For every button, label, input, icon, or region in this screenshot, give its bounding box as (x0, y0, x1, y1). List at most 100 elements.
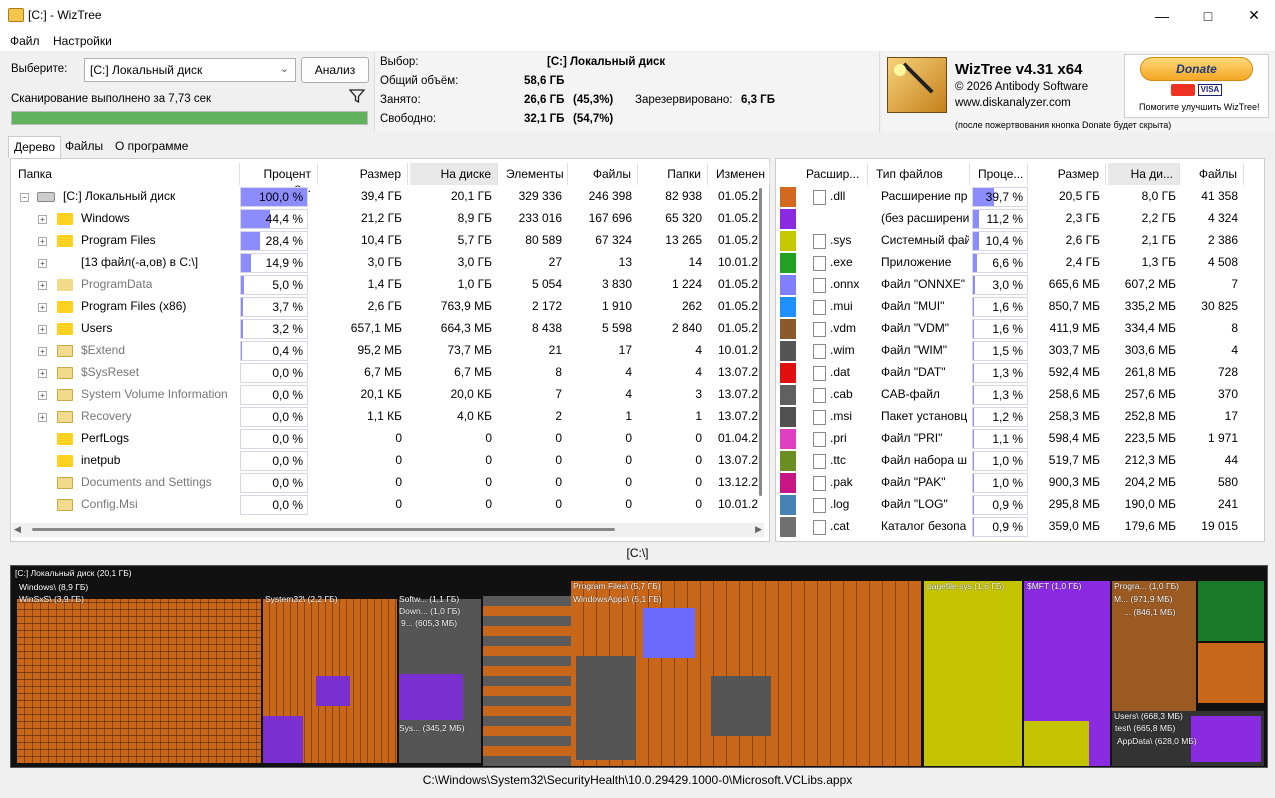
filter-icon[interactable] (349, 88, 365, 104)
expand-icon[interactable]: + (38, 325, 47, 334)
tab-files[interactable]: Файлы (60, 136, 108, 158)
expand-icon[interactable]: + (38, 215, 47, 224)
ext-row[interactable]: .dll Расширение пр 39,7 % 20,5 ГБ 8,0 ГБ 41 3… (778, 186, 1248, 208)
ext-disk: 335,2 МБ (1124, 299, 1176, 313)
tree-row[interactable]: Config.Msi 0,0 % 0 0 0 0 0 10.01.2 (12, 494, 758, 516)
ext-percent-text: 1,0 % (992, 454, 1023, 468)
ext-type: Файл "LOG" (881, 497, 948, 511)
tree-row[interactable]: + Program Files (x86) 3,7 % 2,6 ГБ 763,9 МБ 2… (12, 296, 758, 318)
ext-files: 580 (1217, 475, 1238, 489)
menu-file[interactable]: Файл (10, 34, 40, 48)
tree-row[interactable]: inetpub 0,0 % 0 0 0 0 0 13.07.2 (12, 450, 758, 472)
expand-icon[interactable]: + (38, 237, 47, 246)
tree-row[interactable]: + Program Files 28,4 % 10,4 ГБ 5,7 ГБ 80 589 6… (12, 230, 758, 252)
collapse-icon[interactable]: − (20, 193, 29, 202)
percent-text: 44,4 % (265, 212, 303, 226)
tree-vertical-scrollbar[interactable] (757, 186, 763, 506)
ext-row[interactable]: .dat Файл "DAT" 1,3 % 592,4 МБ 261,8 МБ 728 (778, 362, 1248, 384)
analyze-button[interactable]: Анализ (301, 57, 369, 83)
tree-header-2[interactable]: Размер (320, 163, 408, 185)
percent-text: 0,4 % (272, 344, 303, 358)
cell-items: 0 (555, 497, 562, 511)
tree-row[interactable]: − [C:] Локальный диск 100,0 % 39,4 ГБ 20,1 Г… (12, 186, 758, 208)
expand-icon[interactable]: + (38, 391, 47, 400)
folder-name: [13 файл(-а,ов) в C:\] (81, 255, 199, 269)
close-button[interactable]: ✕ (1231, 0, 1275, 31)
ext-header-3[interactable]: Размер (1030, 163, 1106, 185)
color-swatch (780, 187, 796, 207)
ext-row[interactable]: .msi Пакет установц 1,2 % 258,3 МБ 252,8 МБ 1… (778, 406, 1248, 428)
tree-row[interactable]: Documents and Settings 0,0 % 0 0 0 0 0 13.12.2 (12, 472, 758, 494)
tree-line[interactable] (38, 435, 47, 444)
ext-row[interactable]: .onnx Файл "ONNXE" 3,0 % 665,6 МБ 607,2 МБ 7 (778, 274, 1248, 296)
ext-row[interactable]: .cab CAB-файл 1,3 % 258,6 МБ 257,6 МБ 370 (778, 384, 1248, 406)
ext-size: 359,0 МБ (1048, 519, 1100, 533)
tree-header-0[interactable]: Папка (12, 163, 240, 185)
tree-row[interactable]: + Windows 44,4 % 21,2 ГБ 8,9 ГБ 233 016 167 69… (12, 208, 758, 230)
tree-header-3[interactable]: На диске (410, 163, 498, 185)
tree-line[interactable] (38, 457, 47, 466)
expand-icon[interactable]: + (38, 413, 47, 422)
scroll-right-icon[interactable]: ▶ (755, 524, 762, 535)
percent-bar (241, 320, 244, 338)
tree-row[interactable]: + $SysReset 0,0 % 6,7 МБ 6,7 МБ 8 4 4 13.07.2 (12, 362, 758, 384)
ext-row[interactable]: .sys Системный фай 10,4 % 2,6 ГБ 2,1 ГБ 2 386 (778, 230, 1248, 252)
ext-row[interactable]: .wim Файл "WIM" 1,5 % 303,7 МБ 303,6 МБ 4 (778, 340, 1248, 362)
ext-row[interactable]: .ttc Файл набора ш 1,0 % 519,7 МБ 212,3 МБ 44 (778, 450, 1248, 472)
ext-row[interactable]: .log Файл "LOG" 0,9 % 295,8 МБ 190,0 МБ 241 (778, 494, 1248, 516)
tree-row[interactable]: + System Volume Information 0,0 % 20,1 КБ 20… (12, 384, 758, 406)
brand-website[interactable]: www.diskanalyzer.com (955, 97, 1071, 109)
ext-percent-cell: 1,3 % (972, 363, 1028, 383)
treemap-block-pagefile[interactable] (924, 581, 1022, 766)
ext-row[interactable]: .cat Каталог безопа 0,9 % 359,0 МБ 179,6 МБ 1… (778, 516, 1248, 538)
tree-v-thumb[interactable] (759, 188, 762, 496)
folder-icon (57, 323, 73, 335)
minimize-button[interactable]: — (1139, 0, 1185, 31)
expand-icon[interactable]: + (38, 303, 47, 312)
tree-header-6[interactable]: Папки (640, 163, 708, 185)
menu-settings[interactable]: Настройки (53, 34, 112, 48)
expand-icon[interactable]: + (38, 259, 47, 268)
ext-row[interactable]: .pri Файл "PRI" 1,1 % 598,4 МБ 223,5 МБ 1 971 (778, 428, 1248, 450)
ext-header-0[interactable]: Расшир... (800, 163, 868, 185)
donate-button[interactable]: Donate (1140, 57, 1253, 81)
ext-header-1[interactable]: Тип файлов (870, 163, 970, 185)
ext-header-5[interactable]: Файлы (1182, 163, 1244, 185)
tab-tree[interactable]: Дерево (8, 136, 62, 158)
expand-icon[interactable] (38, 501, 47, 510)
tree-row[interactable]: + $Extend 0,4 % 95,2 МБ 73,7 МБ 21 17 4 10.01.2 (12, 340, 758, 362)
ext-header-2[interactable]: Проце... (972, 163, 1028, 185)
mastercard-icon (1171, 84, 1195, 96)
expand-icon[interactable]: + (38, 281, 47, 290)
tree-header-5[interactable]: Файлы (570, 163, 638, 185)
ext-percent-text: 1,3 % (992, 388, 1023, 402)
ext-row[interactable]: .pak Файл "PAK" 1,0 % 900,3 МБ 204,2 МБ 580 (778, 472, 1248, 494)
tree-header-1[interactable]: Процент о... (240, 163, 318, 195)
tree-row[interactable]: + ProgramData 5,0 % 1,4 ГБ 1,0 ГБ 5 054 3 830 1… (12, 274, 758, 296)
ext-header-4[interactable]: На ди... (1108, 163, 1180, 185)
tree-row[interactable]: + Recovery 0,0 % 1,1 КБ 4,0 КБ 2 1 1 13.07.2 (12, 406, 758, 428)
tree-row[interactable]: PerfLogs 0,0 % 0 0 0 0 0 01.04.2 (12, 428, 758, 450)
drive-combobox[interactable]: [C:] Локальный диск ⌄ (84, 58, 296, 82)
tree-row[interactable]: + [13 файл(-а,ов) в C:\] 14,9 % 3,0 ГБ 3,0 Г… (12, 252, 758, 274)
scroll-thumb[interactable] (32, 528, 615, 531)
ext-row[interactable]: .vdm Файл "VDM" 1,6 % 411,9 МБ 334,4 МБ 8 (778, 318, 1248, 340)
ext-percent-bar (973, 210, 980, 228)
ext-row[interactable]: .exe Приложение 6,6 % 2,4 ГБ 1,3 ГБ 4 508 (778, 252, 1248, 274)
ext-row[interactable]: .mui Файл "MUI" 1,6 % 850,7 МБ 335,2 МБ 30 82… (778, 296, 1248, 318)
cell-files: 13 (618, 255, 632, 269)
tree-header-7[interactable]: Изменен (710, 163, 770, 185)
ext-type: Расширение пр (881, 189, 968, 203)
expand-icon[interactable] (38, 479, 47, 488)
maximize-button[interactable]: □ (1185, 0, 1231, 31)
tab-about[interactable]: О программе (110, 136, 193, 158)
tree-header-4[interactable]: Элементы (500, 163, 568, 185)
menu-bar: Файл Настройки (0, 31, 1275, 51)
treemap[interactable]: [C:] Локальный диск (20,1 ГБ) Windows\ (8… (10, 565, 1268, 768)
expand-icon[interactable]: + (38, 347, 47, 356)
ext-row[interactable]: (без расширени 11,2 % 2,3 ГБ 2,2 ГБ 4 324 (778, 208, 1248, 230)
tree-row[interactable]: + Users 3,2 % 657,1 МБ 664,3 МБ 8 438 5 598 2 8… (12, 318, 758, 340)
tree-horizontal-scrollbar[interactable]: ◀ ▶ (12, 523, 764, 537)
expand-icon[interactable]: + (38, 369, 47, 378)
scroll-left-icon[interactable]: ◀ (14, 524, 21, 535)
